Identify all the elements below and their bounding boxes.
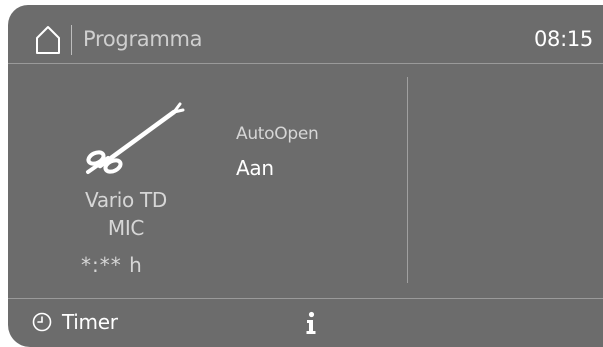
clock-time: 08:15: [533, 27, 593, 51]
header-separator: [71, 25, 72, 55]
display-screen: Programma 08:15 Vario TD MIC *:** h Auto…: [8, 5, 603, 347]
clock-icon: [32, 312, 52, 332]
option-value[interactable]: Aan: [236, 156, 274, 180]
instrument-icon: [70, 100, 188, 180]
main-panel: Vario TD MIC *:** h AutoOpen Aan: [8, 64, 603, 298]
header-bar: Programma 08:15: [8, 5, 603, 64]
timer-label: Timer: [62, 310, 118, 334]
vertical-divider: [407, 77, 408, 283]
program-duration: *:** h: [81, 253, 143, 277]
footer-bar: Timer: [8, 298, 603, 347]
program-name-line1: Vario TD: [85, 188, 167, 212]
info-icon[interactable]: [304, 307, 318, 339]
option-label: AutoOpen: [236, 124, 319, 144]
home-icon[interactable]: [35, 25, 61, 55]
program-name-line2: MIC: [107, 216, 145, 240]
page-title: Programma: [83, 27, 203, 51]
timer-button[interactable]: Timer: [32, 307, 118, 337]
